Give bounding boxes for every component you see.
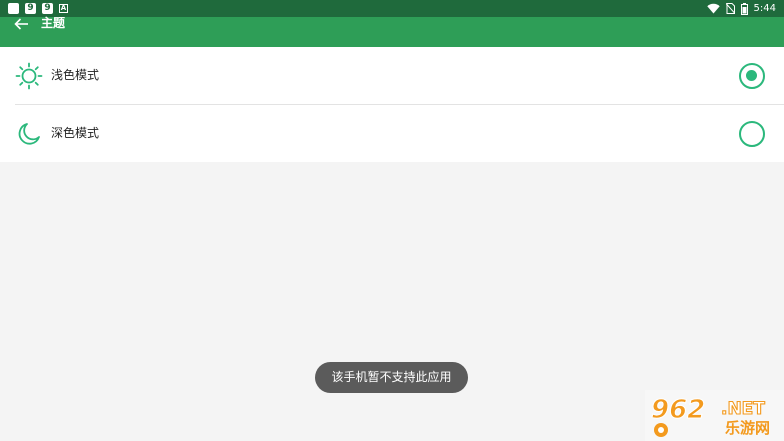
watermark-site-name: 乐游网 <box>725 419 770 437</box>
back-button[interactable] <box>10 17 32 31</box>
watermark-emblem <box>654 423 668 437</box>
moon-icon <box>18 123 40 145</box>
radio-selected-dot <box>746 70 757 81</box>
notification-app-icon: 9 <box>25 3 36 14</box>
system-icons: 5:44 <box>706 2 776 15</box>
dark-mode-radio[interactable] <box>739 121 765 147</box>
theme-option-light[interactable]: 浅色模式 <box>0 47 784 104</box>
notification-square-icon <box>8 3 19 14</box>
theme-option-label: 深色模式 <box>51 126 100 140</box>
notification-icons: 9 9 A <box>8 3 68 14</box>
theme-options-list: 浅色模式 深色模式 <box>0 47 784 162</box>
theme-option-label: 浅色模式 <box>51 68 100 82</box>
notification-app-icon: 9 <box>42 3 53 14</box>
clock: 5:44 <box>753 3 776 14</box>
theme-option-dark[interactable]: 深色模式 <box>0 105 784 162</box>
sun-icon <box>15 62 43 90</box>
app-bar: 主题 <box>0 16 784 47</box>
no-sim-icon <box>725 3 735 14</box>
site-watermark-logo: 962 .NET 乐游网 <box>645 390 784 441</box>
page-title: 主题 <box>41 16 66 30</box>
status-bar: 9 9 A 5:44 <box>0 0 784 17</box>
arrow-left-icon <box>13 18 28 30</box>
battery-icon <box>740 2 748 15</box>
notification-a-icon: A <box>59 4 68 13</box>
light-mode-radio[interactable] <box>739 63 765 89</box>
toast-message: 该手机暂不支持此应用 <box>315 362 468 393</box>
watermark-number: 962 <box>651 395 705 425</box>
watermark-domain: .NET <box>721 399 765 419</box>
wifi-icon <box>706 3 720 14</box>
